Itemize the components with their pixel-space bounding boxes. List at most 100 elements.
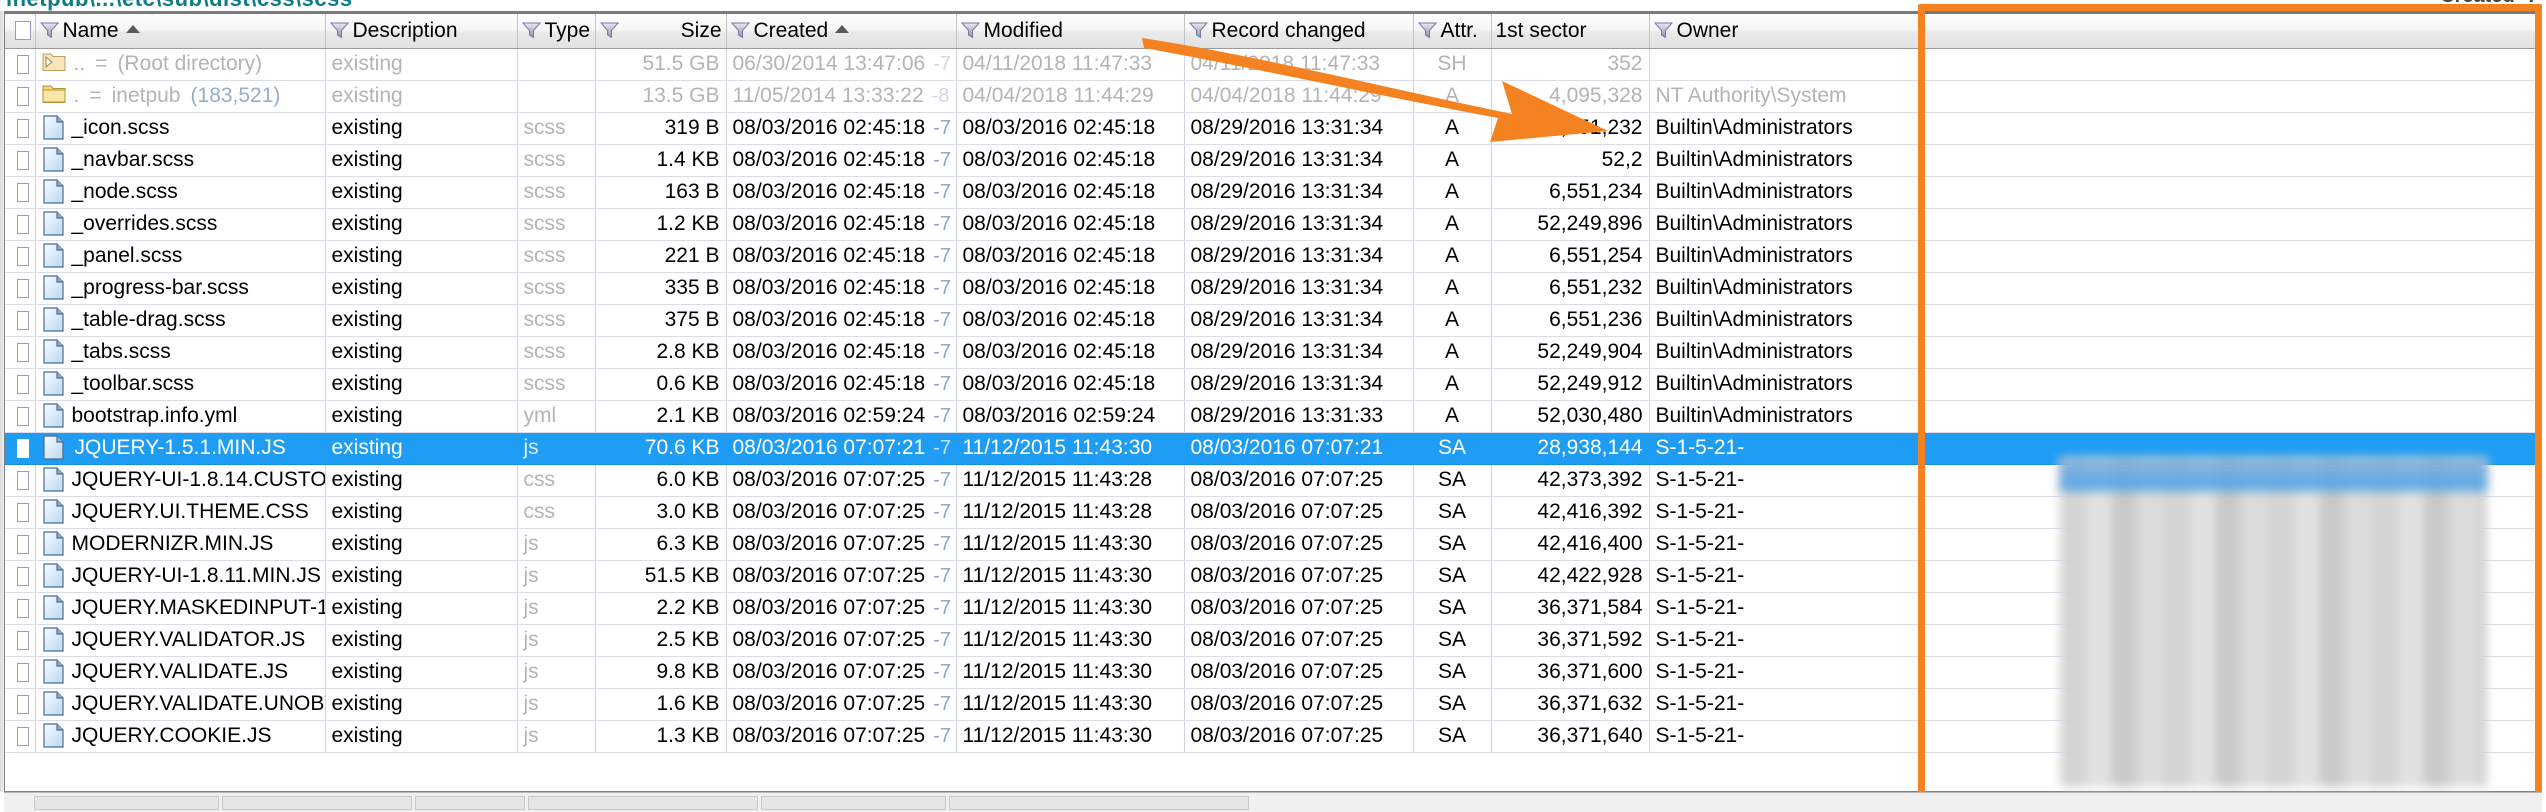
row-checkbox-cell[interactable] — [5, 80, 36, 113]
col-header-first-sector[interactable]: 1st sector — [1491, 14, 1650, 49]
row-checkbox[interactable] — [17, 214, 29, 234]
table-row[interactable]: _overrides.scss existing scss 1.2 KB 08/03/2… — [5, 208, 2541, 241]
cell-name[interactable]: MODERNIZR.MIN.JS — [35, 528, 326, 561]
filter-icon[interactable] — [39, 22, 59, 39]
row-checkbox[interactable] — [17, 150, 29, 170]
col-header-owner[interactable]: Owner — [1649, 14, 2541, 49]
col-header-record-changed[interactable]: Record changed — [1184, 14, 1414, 49]
table-row[interactable]: JQUERY-1.5.1.MIN.JS existing js 70.6 KB 08/0… — [5, 432, 2541, 465]
row-checkbox[interactable] — [17, 182, 29, 202]
table-row[interactable]: MODERNIZR.MIN.JS existing js 6.3 KB 08/03/20… — [5, 528, 2541, 561]
cell-name[interactable]: _table-drag.scss — [35, 304, 326, 337]
cell-name[interactable]: JQUERY.UI.THEME.CSS — [35, 496, 326, 529]
filter-icon[interactable] — [1653, 22, 1673, 39]
filter-icon[interactable] — [599, 22, 619, 39]
row-checkbox-cell[interactable] — [5, 112, 36, 145]
row-checkbox-cell[interactable] — [5, 592, 36, 625]
row-checkbox[interactable] — [17, 54, 29, 74]
row-checkbox[interactable] — [17, 246, 29, 266]
scroll-segment[interactable] — [34, 795, 219, 810]
scroll-segment[interactable] — [415, 795, 525, 810]
row-checkbox-cell[interactable] — [5, 432, 36, 465]
table-row[interactable]: JQUERY-UI-1.8.14.CUSTOM.CSSexistingcss6.… — [5, 464, 2541, 497]
table-row[interactable]: JQUERY.VALIDATE.JS existing js 9.8 KB 08/03/… — [5, 656, 2541, 689]
row-checkbox[interactable] — [17, 502, 29, 522]
row-checkbox-cell[interactable] — [5, 176, 36, 209]
row-checkbox[interactable] — [17, 726, 29, 746]
table-row[interactable]: . = inetpub (183,521) existing 13.5 GB 11/05/2… — [5, 80, 2541, 113]
row-checkbox-cell[interactable] — [5, 144, 36, 177]
row-checkbox-cell[interactable] — [5, 368, 36, 401]
cell-name[interactable]: .. = (Root directory) — [35, 48, 326, 81]
filter-icon[interactable] — [1188, 22, 1208, 39]
row-checkbox-cell[interactable] — [5, 720, 36, 753]
col-header-created[interactable]: Created — [726, 14, 957, 49]
file-list-panel[interactable]: Name Description Type Size Created Modif… — [4, 11, 2542, 792]
row-checkbox[interactable] — [17, 342, 29, 362]
table-row[interactable]: JQUERY-UI-1.8.11.MIN.JS existing js 51.5 KB… — [5, 560, 2541, 593]
row-checkbox[interactable] — [17, 534, 29, 554]
filter-icon[interactable] — [329, 22, 349, 39]
row-checkbox-cell[interactable] — [5, 240, 36, 273]
cell-name[interactable]: _navbar.scss — [35, 144, 326, 177]
row-checkbox-cell[interactable] — [5, 688, 36, 721]
table-row[interactable]: _progress-bar.scss existing scss 335 B 08/03… — [5, 272, 2541, 305]
cell-name[interactable]: _overrides.scss — [35, 208, 326, 241]
row-checkbox[interactable] — [17, 694, 29, 714]
cell-name[interactable]: _node.scss — [35, 176, 326, 209]
cell-name[interactable]: _panel.scss — [35, 240, 326, 273]
row-checkbox[interactable] — [17, 118, 29, 138]
table-row[interactable]: JQUERY.COOKIE.JS existing js 1.3 KB 08/03/20… — [5, 720, 2541, 753]
row-checkbox[interactable] — [17, 566, 29, 586]
table-row[interactable]: _tabs.scss existing scss 2.8 KB 08/03/2016 0… — [5, 336, 2541, 369]
scroll-segment[interactable] — [761, 795, 946, 810]
table-row[interactable]: JQUERY.UI.THEME.CSS existing css 3.0 KB 08/0… — [5, 496, 2541, 529]
row-checkbox[interactable] — [17, 374, 29, 394]
row-checkbox-cell[interactable] — [5, 48, 36, 81]
table-row[interactable]: _table-drag.scss existing scss 375 B 08/03/2… — [5, 304, 2541, 337]
col-header-type[interactable]: Type — [517, 14, 596, 49]
table-row[interactable]: JQUERY.MASKEDINPUT-1.3.JSexistingjs2.2 K… — [5, 592, 2541, 625]
row-checkbox-cell[interactable] — [5, 304, 36, 337]
row-checkbox-cell[interactable] — [5, 496, 36, 529]
cell-name[interactable]: _progress-bar.scss — [35, 272, 326, 305]
col-header-modified[interactable]: Modified — [956, 14, 1185, 49]
table-row[interactable]: _navbar.scss existing scss 1.4 KB 08/03/2016… — [5, 144, 2541, 177]
row-checkbox-cell[interactable] — [5, 400, 36, 433]
filter-icon[interactable] — [1417, 22, 1437, 39]
row-checkbox[interactable] — [17, 438, 29, 458]
row-checkbox-cell[interactable] — [5, 528, 36, 561]
row-checkbox-cell[interactable] — [5, 272, 36, 305]
table-row[interactable]: JQUERY.VALIDATE.UNOBTRUSIVE.MIN.JSexisti… — [5, 688, 2541, 721]
col-header-select-all[interactable] — [5, 14, 36, 49]
select-all-checkbox[interactable] — [15, 21, 31, 41]
cell-name[interactable]: bootstrap.info.yml — [35, 400, 326, 433]
cell-name[interactable]: _icon.scss — [35, 112, 326, 145]
cell-name[interactable]: JQUERY.MASKEDINPUT-1.3.JS — [35, 592, 326, 625]
filter-icon[interactable] — [730, 22, 750, 39]
table-row[interactable]: _node.scss existing scss 163 B 08/03/2016 02… — [5, 176, 2541, 209]
cell-name[interactable]: JQUERY.VALIDATE.JS — [35, 656, 326, 689]
cell-name[interactable]: _tabs.scss — [35, 336, 326, 369]
row-checkbox[interactable] — [17, 630, 29, 650]
row-checkbox-cell[interactable] — [5, 624, 36, 657]
cell-name[interactable]: _toolbar.scss — [35, 368, 326, 401]
filter-icon[interactable] — [521, 22, 541, 39]
table-row[interactable]: bootstrap.info.yml existing yml 2.1 KB 08/03… — [5, 400, 2541, 433]
filter-icon[interactable] — [960, 22, 980, 39]
cell-name[interactable]: JQUERY.COOKIE.JS — [35, 720, 326, 753]
row-checkbox-cell[interactable] — [5, 336, 36, 369]
row-checkbox[interactable] — [17, 406, 29, 426]
row-checkbox[interactable] — [17, 278, 29, 298]
col-header-name[interactable]: Name — [35, 14, 326, 49]
row-checkbox[interactable] — [17, 310, 29, 330]
row-checkbox-cell[interactable] — [5, 560, 36, 593]
cell-name[interactable]: JQUERY-1.5.1.MIN.JS — [35, 432, 326, 465]
cell-name[interactable]: JQUERY-UI-1.8.14.CUSTOM.CSS — [35, 464, 326, 497]
scroll-segment[interactable] — [528, 795, 758, 810]
row-checkbox[interactable] — [17, 86, 29, 106]
cell-name[interactable]: JQUERY-UI-1.8.11.MIN.JS — [35, 560, 326, 593]
col-header-size[interactable]: Size — [595, 14, 727, 49]
row-checkbox-cell[interactable] — [5, 464, 36, 497]
row-checkbox-cell[interactable] — [5, 208, 36, 241]
